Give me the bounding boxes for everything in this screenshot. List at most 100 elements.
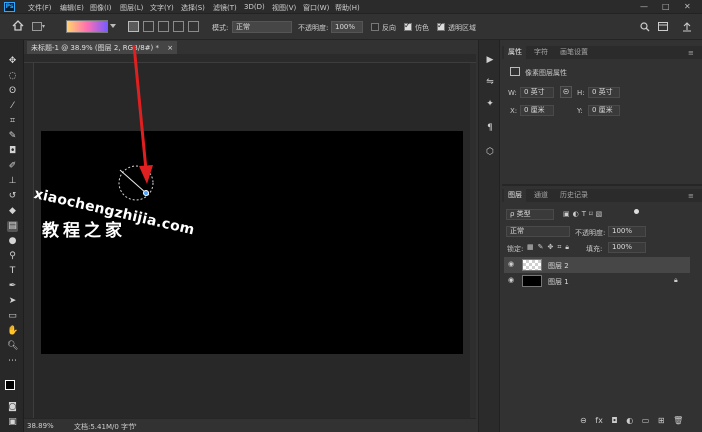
eyedropper-icon[interactable]: ✎ — [7, 131, 18, 142]
fill-field[interactable]: 100% — [608, 242, 646, 253]
screen-mode-icon[interactable]: ▣ — [7, 417, 18, 428]
type-tool-icon[interactable]: T — [7, 266, 18, 277]
x-field[interactable]: 0 厘米 — [520, 105, 554, 116]
quick-mask-icon[interactable]: ◙ — [7, 402, 18, 413]
trash-icon[interactable]: 🗑︎ — [673, 416, 683, 425]
link-dimensions-icon[interactable]: ⊝ — [560, 86, 572, 98]
layer-filter-icons[interactable]: ▣◐T⌑▧ — [563, 210, 605, 218]
status-menu-icon[interactable]: › — [134, 421, 137, 429]
search-icon[interactable] — [640, 22, 650, 32]
rectangle-tool-icon[interactable]: ▭ — [7, 311, 18, 322]
blend-mode-select[interactable]: 正常 — [506, 226, 570, 237]
dither-checkbox[interactable] — [404, 21, 412, 31]
3d-icon[interactable]: ⬡ — [484, 146, 496, 158]
menu-image[interactable]: 图像(I) — [90, 3, 112, 13]
app-logo[interactable]: Ps — [4, 2, 15, 12]
new-layer-icon[interactable]: ⊞ — [658, 416, 665, 425]
maximize-button[interactable]: □ — [662, 2, 670, 11]
path-select-icon[interactable]: ➤ — [7, 296, 18, 307]
document-canvas[interactable] — [41, 131, 463, 354]
zoom-level[interactable]: 38.89% — [27, 422, 54, 430]
zoom-tool-icon[interactable]: 🔍︎ — [7, 341, 18, 352]
lasso-tool-icon[interactable]: ʘ — [7, 86, 18, 97]
home-icon[interactable] — [12, 20, 24, 31]
angle-gradient-button[interactable] — [158, 21, 169, 32]
eraser-tool-icon[interactable]: ◆ — [7, 206, 18, 217]
new-group-icon[interactable]: ▭ — [642, 416, 650, 425]
adjustment-layer-icon[interactable]: ◐ — [626, 416, 633, 425]
layer-opacity-field[interactable]: 100% — [608, 226, 646, 237]
chevron-down-icon[interactable] — [110, 24, 116, 28]
tool-preset-icon[interactable] — [32, 22, 46, 31]
vertical-scrollbar[interactable] — [470, 63, 476, 418]
lock-icons[interactable]: ▦✎✥⌗🔒︎ — [527, 243, 573, 252]
panel-divider[interactable] — [502, 184, 702, 186]
menu-type[interactable]: 文字(Y) — [150, 3, 174, 13]
share-icon[interactable] — [682, 22, 692, 32]
minimize-button[interactable]: — — [640, 2, 648, 11]
layers-menu-icon[interactable]: ≡ — [688, 192, 694, 200]
visibility-eye-icon[interactable]: ◉ — [508, 276, 514, 284]
layer-row[interactable]: ◉ 图层 1 🔒︎ — [504, 273, 690, 289]
tab-properties[interactable]: 属性 — [504, 46, 526, 59]
dodge-tool-icon[interactable]: ⚲ — [7, 251, 18, 262]
close-tab-icon[interactable]: × — [167, 44, 173, 52]
transparency-checkbox[interactable] — [437, 21, 445, 31]
menu-layer[interactable]: 图层(L) — [120, 3, 143, 13]
menu-3d[interactable]: 3D(D) — [244, 3, 265, 11]
diamond-gradient-button[interactable] — [188, 21, 199, 32]
radial-gradient-button[interactable] — [143, 21, 154, 32]
menu-window[interactable]: 窗口(W) — [303, 3, 329, 13]
menu-view[interactable]: 视图(V) — [272, 3, 296, 13]
tab-brush-settings[interactable]: 画笔设置 — [556, 46, 592, 59]
linear-gradient-button[interactable] — [128, 21, 139, 32]
gradient-picker[interactable] — [66, 20, 108, 33]
filter-toggle-icon[interactable] — [634, 209, 639, 214]
reverse-checkbox[interactable] — [371, 23, 379, 31]
play-icon[interactable]: ▶ — [484, 54, 496, 66]
blur-tool-icon[interactable]: ● — [7, 236, 18, 247]
workspace-icon[interactable] — [658, 22, 668, 31]
fx-icon[interactable]: fx — [595, 416, 603, 425]
panel-menu-icon[interactable]: ≡ — [688, 49, 694, 57]
layer-name[interactable]: 图层 1 — [548, 277, 569, 287]
height-field[interactable]: 0 英寸 — [588, 87, 620, 98]
add-mask-icon[interactable]: ◘ — [611, 416, 617, 425]
menu-file[interactable]: 文件(F) — [28, 3, 52, 13]
tab-history[interactable]: 历史记录 — [556, 189, 592, 202]
tab-character[interactable]: 字符 — [530, 46, 552, 59]
width-field[interactable]: 0 英寸 — [520, 87, 554, 98]
reflected-gradient-button[interactable] — [173, 21, 184, 32]
layer-filter-select[interactable]: ρ 类型 — [506, 209, 554, 220]
styles-icon[interactable]: ✦ — [484, 98, 496, 110]
hand-tool-icon[interactable]: ✋ — [7, 326, 18, 337]
pen-tool-icon[interactable]: ✒ — [7, 281, 18, 292]
marquee-tool-icon[interactable]: ◌ — [7, 71, 18, 82]
menu-edit[interactable]: 编辑(E) — [60, 3, 84, 13]
stamp-tool-icon[interactable]: ⊥ — [7, 176, 18, 187]
foreground-color-swatch[interactable] — [5, 380, 15, 390]
adjustments-icon[interactable]: ⇋ — [484, 76, 496, 88]
menu-filter[interactable]: 滤镜(T) — [213, 3, 237, 13]
layer-row[interactable]: ◉ 图层 2 — [504, 257, 690, 273]
mode-select[interactable]: 正常 — [232, 21, 292, 33]
tab-layers[interactable]: 图层 — [504, 189, 526, 202]
gradient-tool-icon[interactable]: ▤ — [7, 221, 18, 232]
link-layers-icon[interactable]: ⊖ — [580, 416, 587, 425]
tab-channels[interactable]: 通道 — [530, 189, 552, 202]
crop-tool-icon[interactable]: ⌗ — [7, 116, 18, 127]
layer-name[interactable]: 图层 2 — [548, 261, 569, 271]
paragraph-icon[interactable]: ¶ — [484, 122, 496, 134]
close-button[interactable]: ✕ — [684, 2, 691, 11]
magic-wand-icon[interactable]: ⁄ — [7, 101, 18, 112]
visibility-eye-icon[interactable]: ◉ — [508, 260, 514, 268]
healing-brush-icon[interactable]: ◘ — [7, 146, 18, 157]
opacity-field[interactable]: 100% — [331, 21, 363, 33]
move-tool-icon[interactable]: ✥ — [7, 56, 18, 67]
y-field[interactable]: 0 厘米 — [588, 105, 620, 116]
more-tools-icon[interactable]: ⋯ — [7, 356, 18, 367]
menu-help[interactable]: 帮助(H) — [335, 3, 360, 13]
brush-tool-icon[interactable]: ✐ — [7, 161, 18, 172]
history-brush-icon[interactable]: ↺ — [7, 191, 18, 202]
menu-select[interactable]: 选择(S) — [181, 3, 205, 13]
